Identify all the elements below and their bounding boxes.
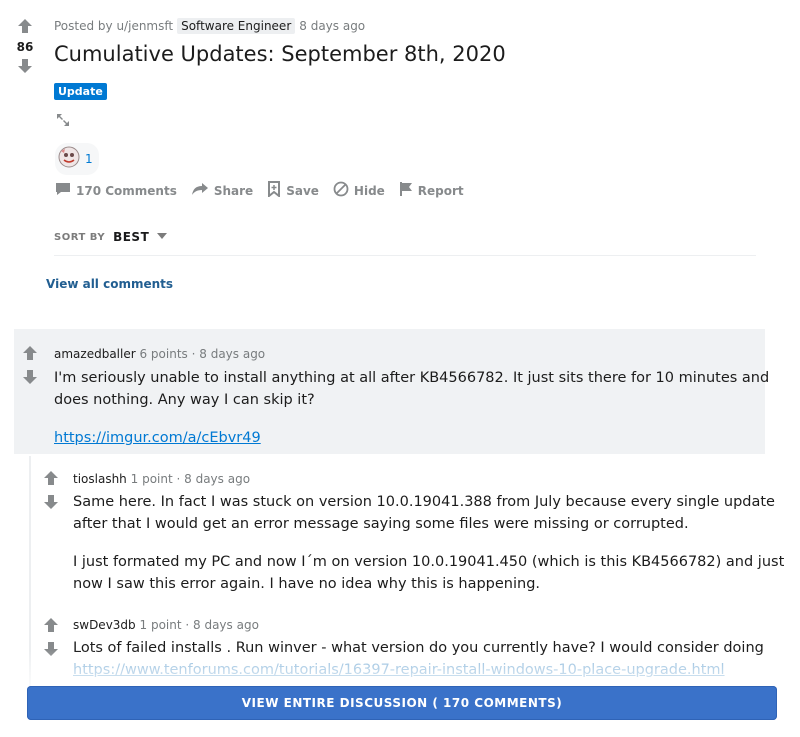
post-score: 86 (16, 40, 34, 54)
comment-1-link[interactable]: https://imgur.com/a/cEbvr49 (54, 430, 261, 446)
comment-1-link-wrap: https://imgur.com/a/cEbvr49 (54, 427, 261, 449)
comment-1-line-2: does nothing. Any way I can skip it? (54, 392, 315, 408)
award-icon (57, 145, 81, 173)
comments-label: 170 Comments (76, 183, 177, 198)
expand-icon[interactable] (55, 112, 71, 132)
comment-3-downvote-icon[interactable] (43, 641, 59, 661)
comment-3-points: 1 point (139, 618, 182, 632)
post-flair[interactable]: Update (54, 83, 107, 100)
award-count: 1 (85, 152, 93, 166)
post-time[interactable]: 8 days ago (299, 19, 365, 33)
chevron-down-icon (157, 232, 168, 243)
report-label: Report (417, 183, 464, 198)
comment-2-points: 1 point (130, 472, 173, 486)
post-vote-column: 86 (10, 18, 40, 74)
save-label: Save (286, 183, 319, 198)
share-label: Share (213, 183, 254, 198)
comment-1-upvote-icon[interactable] (22, 345, 38, 365)
comment-3-author[interactable]: swDev3db (73, 618, 136, 632)
comment-2-body: Same here. In fact I was stuck on versio… (73, 491, 775, 535)
save-icon (267, 181, 281, 200)
comment-1-author[interactable]: amazedballer (54, 347, 136, 361)
comment-3-upvote-icon[interactable] (43, 617, 59, 637)
downvote-icon[interactable] (17, 58, 33, 74)
post-flair-wrap: Update (54, 80, 107, 100)
comment-3-meta: swDev3db 1 point · 8 days ago (73, 618, 259, 632)
comment-2-time[interactable]: 8 days ago (184, 472, 250, 486)
comment-3-line-1: Lots of failed installs . Run winver - w… (73, 640, 764, 656)
comment-1-downvote-icon[interactable] (22, 369, 38, 389)
comment-1-line-1: I'm seriously unable to install anything… (54, 370, 770, 386)
comment-2-body-2: I just formated my PC and now I´m on ver… (73, 551, 784, 595)
comment-icon (55, 181, 71, 200)
comment-1-time[interactable]: 8 days ago (199, 347, 265, 361)
hide-label: Hide (353, 183, 385, 198)
report-icon (399, 181, 413, 200)
comment-3-time[interactable]: 8 days ago (193, 618, 259, 632)
comments-button[interactable]: 170 Comments (55, 181, 177, 200)
view-all-comments-link[interactable]: View all comments (46, 277, 173, 291)
comment-2-upvote-icon[interactable] (43, 470, 59, 490)
thread-line (29, 456, 31, 686)
post-meta: Posted by u/jenmsft Software Engineer 8 … (54, 18, 365, 34)
sort-divider (54, 255, 756, 256)
hide-icon (333, 181, 349, 200)
upvote-icon[interactable] (17, 18, 33, 34)
report-button[interactable]: Report (399, 181, 464, 200)
view-entire-discussion-button[interactable]: VIEW ENTIRE DISCUSSION ( 170 COMMENTS) (27, 686, 777, 720)
post-author[interactable]: Posted by u/jenmsft (54, 19, 173, 33)
comment-1-meta: amazedballer 6 points · 8 days ago (54, 347, 266, 361)
sort-value: BEST (113, 230, 150, 244)
post-title[interactable]: Cumulative Updates: September 8th, 2020 (54, 42, 506, 66)
comment-2-meta: tioslashh 1 point · 8 days ago (73, 472, 251, 486)
comment-3-link[interactable]: https://www.tenforums.com/tutorials/1639… (73, 662, 725, 678)
user-flair: Software Engineer (177, 18, 296, 34)
comment-2-author[interactable]: tioslashh (73, 472, 127, 486)
comment-2-line-1: Same here. In fact I was stuck on versio… (73, 494, 775, 510)
comment-2-line-4: now I saw this error again. I have no id… (73, 576, 541, 592)
comment-2-downvote-icon[interactable] (43, 494, 59, 514)
comment-2-line-2: after that I would get an error message … (73, 516, 689, 532)
sort-dropdown[interactable]: SORT BY BEST (54, 230, 168, 244)
share-icon (191, 181, 209, 200)
comment-1-body: I'm seriously unable to install anything… (54, 367, 769, 411)
save-button[interactable]: Save (267, 181, 319, 200)
comment-3-body: Lots of failed installs . Run winver - w… (73, 637, 764, 681)
award-badge[interactable]: 1 (55, 143, 99, 175)
sort-label: SORT BY (54, 231, 106, 243)
hide-button[interactable]: Hide (333, 181, 385, 200)
share-button[interactable]: Share (191, 181, 253, 200)
post-actions: 170 Comments Share Save Hide Report (55, 181, 464, 200)
comment-2-line-3: I just formated my PC and now I´m on ver… (73, 554, 785, 570)
comment-1-points: 6 points (139, 347, 188, 361)
